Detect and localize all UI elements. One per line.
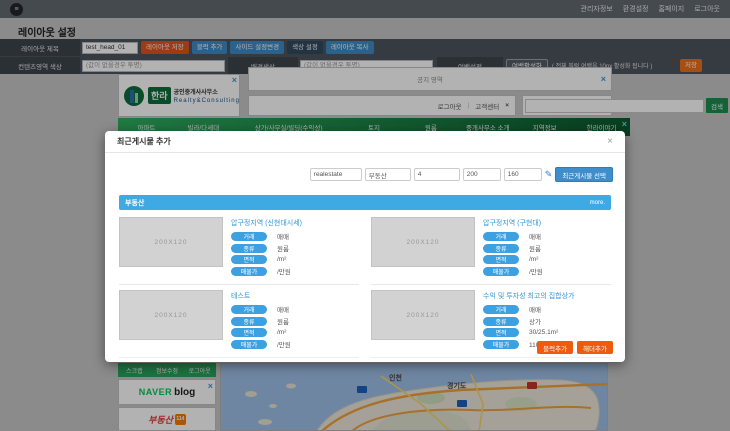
type-value: 원룸 xyxy=(277,316,289,326)
image-placeholder: 200X120 xyxy=(119,290,223,340)
modal-title: 최근게시물 추가 xyxy=(117,136,171,147)
listing-card[interactable]: 200X120 테스트 거래 매매 종류 원룸 면적/m² 매물가/만원 xyxy=(119,285,359,358)
type-label: 종류 xyxy=(483,317,519,326)
card-body: 테스트 거래 매매 종류 원룸 면적/m² 매물가/만원 xyxy=(231,290,359,351)
area-value: 30/25.1m² xyxy=(529,329,558,336)
listing-card[interactable]: 200X120 압구정지역 (신현대시세) 거래 매매 종류 원룸 면적/m² 매물… xyxy=(119,212,359,285)
screen: ≡ 관리자정보 환경설정 홈페이지 로그아웃 레이아웃 설정 레이아웃 제목 레… xyxy=(0,0,730,431)
deal-value: 매매 xyxy=(277,304,289,314)
deal-value: 매매 xyxy=(277,231,289,241)
area-label: 면적 xyxy=(483,255,519,264)
board-id-input[interactable] xyxy=(310,168,362,181)
listing-title[interactable]: 압구정지역 (구현대) xyxy=(483,218,611,228)
close-icon[interactable]: × xyxy=(607,136,613,147)
listing-card[interactable]: 200X120 압구정지역 (구현대) 거래 매매 종류 원룸 면적/m² 매물가 /… xyxy=(371,212,611,285)
modal-controls: ✎ 최근게시물 선택 xyxy=(310,167,613,182)
deal-value: 매매 xyxy=(529,231,541,241)
recent-posts-modal: 최근게시물 추가 × ✎ 최근게시물 선택 부동산 more. 200X120 … xyxy=(105,131,625,362)
price-label: 매물가 xyxy=(231,340,267,349)
listing-cards: 200X120 압구정지역 (신현대시세) 거래매매 종류원룸 면적/m² 매물… xyxy=(119,212,611,338)
listing-title[interactable]: 테스트 xyxy=(231,291,359,301)
select-recent-posts-button[interactable]: 최근게시물 선택 xyxy=(555,167,613,182)
more-link[interactable]: more. xyxy=(590,200,605,206)
area-label: 면적 xyxy=(483,328,519,337)
listing-title[interactable]: 압구정지역 (신현대시세) xyxy=(231,218,359,228)
area-value: /m² xyxy=(529,256,538,263)
deal-label: 거래 xyxy=(231,305,267,314)
add-block-footer-button[interactable]: 블럭추가 xyxy=(537,341,573,354)
height-input[interactable] xyxy=(504,168,542,181)
type-label: 종류 xyxy=(231,244,267,253)
area-label: 면적 xyxy=(231,328,267,337)
deal-value: 매매 xyxy=(529,304,541,314)
area-label: 면적 xyxy=(231,255,267,264)
width-input[interactable] xyxy=(463,168,501,181)
image-placeholder: 200X120 xyxy=(119,217,223,267)
board-name-input[interactable] xyxy=(365,168,411,181)
board-section-bar: 부동산 more. xyxy=(119,195,611,210)
price-label: 매물가 xyxy=(483,267,519,276)
deal-label: 거래 xyxy=(231,232,267,241)
price-label: 매물가 xyxy=(231,267,267,276)
price-value: /만원 xyxy=(277,266,291,276)
board-section-title: 부동산 xyxy=(125,198,144,208)
modal-footer: 블럭추가 해더추가 xyxy=(537,341,613,354)
deal-label: 거래 xyxy=(483,305,519,314)
type-value: 상가 xyxy=(529,316,541,326)
price-value: /만원 xyxy=(529,266,543,276)
add-header-footer-button[interactable]: 해더추가 xyxy=(577,341,613,354)
type-value: 원룸 xyxy=(277,243,289,253)
area-value: /m² xyxy=(277,329,286,336)
price-value: /만원 xyxy=(277,339,291,349)
area-value: /m² xyxy=(277,256,286,263)
card-body: 압구정지역 (신현대시세) 거래 매매 종류 원룸 면적/m² 매물가/만원 xyxy=(231,217,359,278)
count-input[interactable] xyxy=(414,168,460,181)
deal-label: 거래 xyxy=(483,232,519,241)
type-label: 종류 xyxy=(231,317,267,326)
listing-title[interactable]: 수익 및 투자성 최고의 집합상가 xyxy=(483,291,611,301)
edit-icon[interactable]: ✎ xyxy=(545,169,553,180)
image-placeholder: 200X120 xyxy=(371,217,475,267)
type-label: 종류 xyxy=(483,244,519,253)
image-placeholder: 200X120 xyxy=(371,290,475,340)
type-value: 원룸 xyxy=(529,243,541,253)
price-label: 매물가 xyxy=(483,340,519,349)
modal-header: 최근게시물 추가 × xyxy=(105,131,625,153)
card-body: 압구정지역 (구현대) 거래 매매 종류 원룸 면적/m² 매물가/만원 xyxy=(483,217,611,278)
